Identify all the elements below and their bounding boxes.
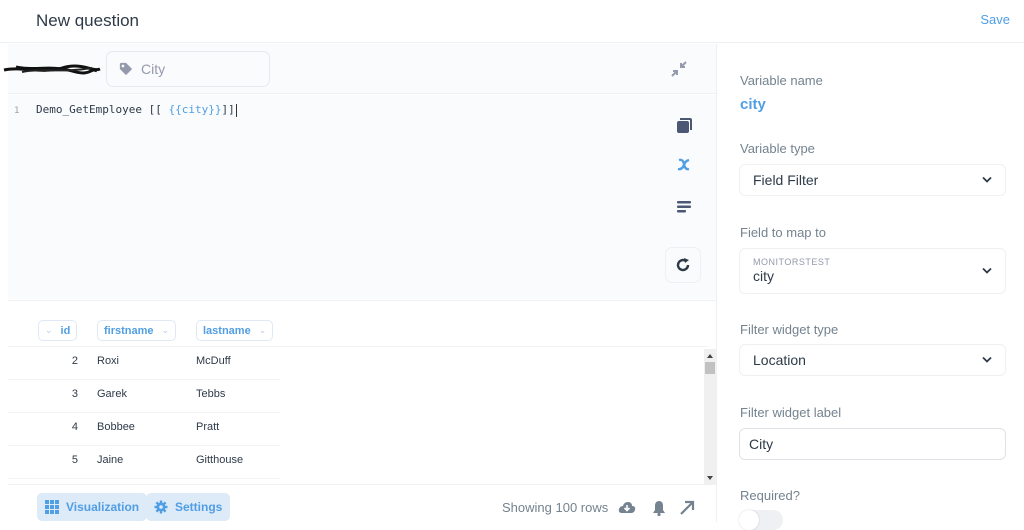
variable-type-label: Variable type: [740, 141, 815, 156]
variable-type-select[interactable]: Field Filter: [739, 164, 1006, 196]
required-label: Required?: [740, 488, 800, 503]
variables-icon: [677, 158, 690, 171]
results-table: ⌄ id firstname ⌄ lastname ⌄ 2 Roxi McDuf…: [8, 300, 716, 485]
visualization-label: Visualization: [66, 500, 140, 514]
run-query-button[interactable]: [665, 247, 701, 283]
field-map-label: Field to map to: [740, 225, 826, 240]
widget-label-input[interactable]: [739, 428, 1006, 460]
widget-type-select[interactable]: Location: [739, 344, 1006, 376]
scroll-down-arrow-icon[interactable]: [707, 476, 713, 480]
results-footer: Visualization Settings Showing 100 rows: [8, 484, 716, 522]
variable-type-value: Field Filter: [753, 172, 819, 188]
scrollbar-thumb[interactable]: [705, 362, 715, 374]
column-header-label: id: [60, 324, 71, 337]
cell-lastname: Gitthouse: [196, 454, 244, 466]
tag-icon: [119, 62, 133, 76]
save-button[interactable]: Save: [980, 12, 1010, 27]
cell-firstname: Bobbee: [97, 421, 135, 433]
cell-firstname: Jaine: [97, 454, 124, 466]
field-map-table: MONITORSTEST: [753, 257, 831, 267]
grid-icon: [45, 500, 59, 514]
sql-editor[interactable]: 1 Demo_GetEmployee [[ {{city}}]]: [8, 95, 716, 349]
column-header-firstname[interactable]: firstname ⌄: [97, 320, 177, 341]
column-header-label: lastname: [203, 324, 251, 337]
code-bracket-open: [[: [148, 103, 169, 116]
field-map-select[interactable]: MONITORSTEST city: [739, 248, 1006, 294]
visualization-button[interactable]: Visualization: [37, 493, 148, 521]
cell-id: 4: [71, 421, 78, 433]
expand-arrow-icon[interactable]: [678, 499, 696, 517]
bell-icon[interactable]: [650, 499, 668, 517]
cell-id: 3: [71, 388, 78, 400]
snippets-icon: [677, 201, 691, 213]
cell-id: 2: [71, 355, 78, 367]
cell-lastname: Pratt: [196, 421, 220, 433]
table-row: 2 Roxi McDuff: [8, 347, 280, 380]
gear-icon: [154, 500, 168, 514]
variable-name-label: Variable name: [740, 73, 823, 88]
chevron-down-icon: [982, 176, 992, 183]
snippets-button[interactable]: [672, 195, 696, 219]
redacted-text-scribble: [3, 64, 101, 75]
run-refresh-icon: [676, 258, 690, 272]
settings-label: Settings: [175, 500, 223, 514]
cell-lastname: McDuff: [196, 355, 231, 367]
cell-firstname: Roxi: [97, 355, 120, 367]
data-reference-icon: [677, 118, 692, 133]
download-icon[interactable]: [618, 499, 636, 517]
page-title: New question: [36, 11, 140, 30]
scroll-up-arrow-icon[interactable]: [707, 354, 713, 358]
parameter-widget-city[interactable]: City: [106, 51, 270, 87]
cell-lastname: Tebbs: [196, 388, 226, 400]
query-editor-main: City 1 Demo_GetEmployee [[ {{city}}]] ⌄ …: [3, 44, 716, 522]
variables-button[interactable]: [672, 153, 696, 177]
chevron-down-icon: ⌄: [161, 325, 170, 335]
variable-name-value: city: [740, 96, 766, 113]
parameters-bar: City: [3, 44, 716, 94]
text-caret: [235, 103, 237, 117]
chevron-down-icon: [982, 356, 992, 363]
field-map-value: city: [753, 268, 774, 284]
code-variable: {{city}}: [168, 103, 222, 116]
table-row: 5 Jaine Gitthouse: [8, 446, 280, 479]
vertical-scrollbar[interactable]: [704, 349, 716, 485]
widget-label-label: Filter widget label: [740, 405, 842, 420]
required-toggle[interactable]: [739, 510, 783, 530]
table-row: 4 Bobbee Pratt: [8, 413, 280, 446]
chevron-down-icon: ⌄: [45, 325, 53, 335]
code-line[interactable]: Demo_GetEmployee [[ {{city}}]]: [36, 103, 237, 117]
widget-type-label: Filter widget type: [740, 322, 839, 337]
chevron-down-icon: ⌄: [258, 325, 267, 335]
line-number: 1: [14, 106, 20, 116]
settings-button[interactable]: Settings: [146, 493, 231, 521]
column-header-label: firstname: [104, 324, 154, 337]
column-header-lastname[interactable]: lastname ⌄: [196, 320, 274, 341]
code-bracket-close: ]]: [221, 103, 235, 116]
parameter-widget-label: City: [141, 61, 166, 77]
variable-settings-sidebar: Variable name city Variable type Field F…: [716, 44, 1024, 530]
chevron-down-icon: [982, 267, 992, 274]
widget-type-value: Location: [753, 352, 806, 368]
cell-id: 5: [71, 454, 78, 466]
toggle-knob: [739, 510, 759, 530]
row-count: Showing 100 rows: [502, 500, 609, 515]
data-reference-button[interactable]: [672, 114, 696, 138]
header: New question Save: [0, 0, 1024, 43]
cell-firstname: Garek: [97, 388, 127, 400]
code-text: Demo_GetEmployee: [36, 103, 149, 116]
column-header-id[interactable]: ⌄ id: [38, 320, 78, 341]
collapse-arrows-icon[interactable]: [670, 60, 688, 78]
table-row: 3 Garek Tebbs: [8, 380, 280, 413]
